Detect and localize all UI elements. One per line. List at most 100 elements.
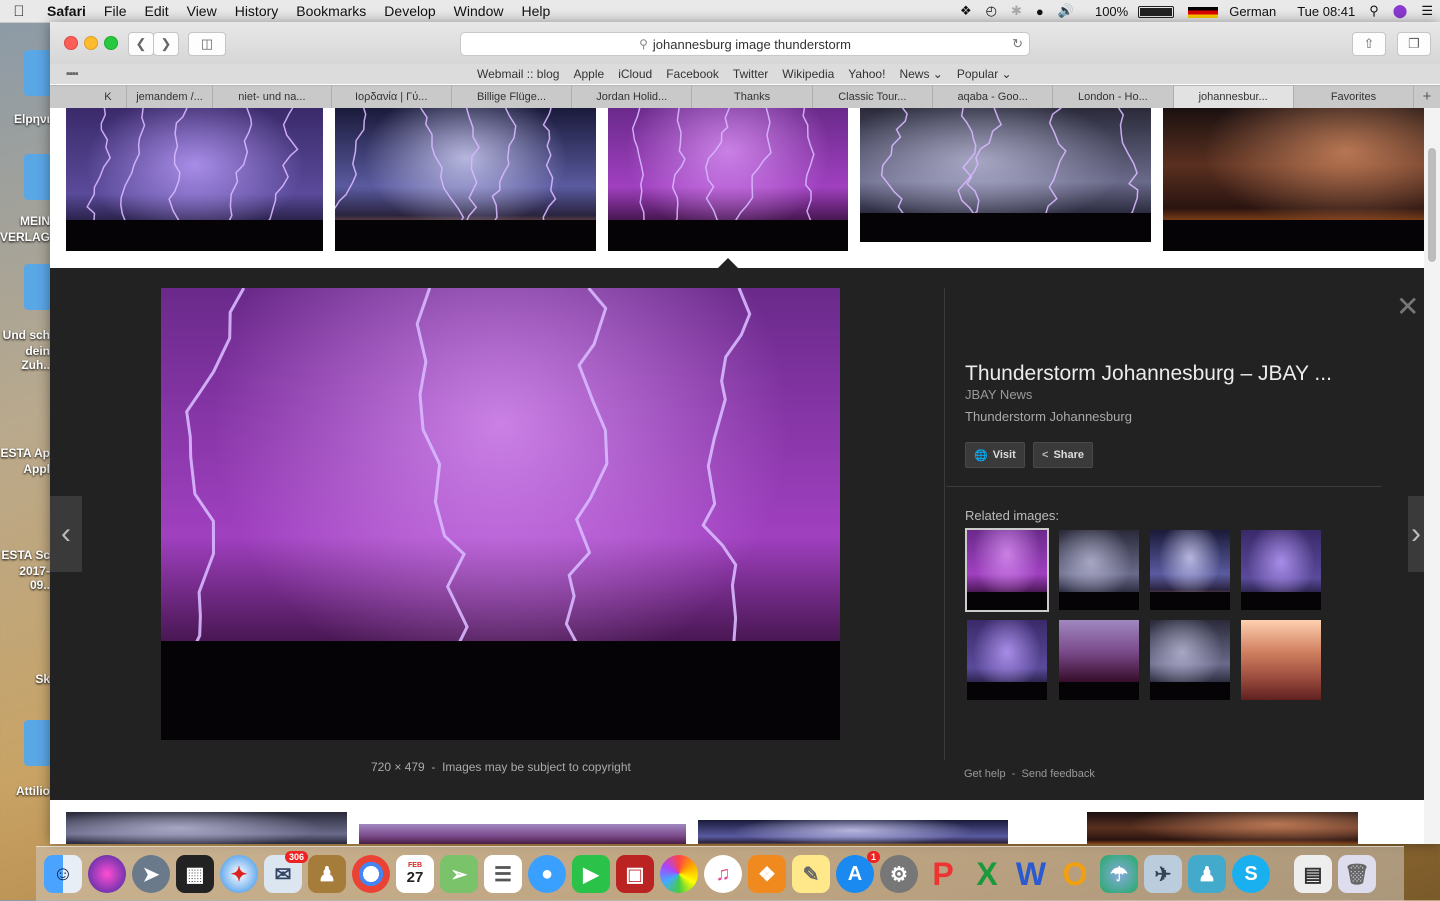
result-image[interactable] bbox=[698, 820, 1008, 844]
related-image[interactable] bbox=[1241, 530, 1321, 610]
facetime-icon[interactable]: ▶ bbox=[572, 855, 610, 893]
previous-image-button[interactable]: ‹ bbox=[50, 496, 82, 572]
notes-icon[interactable]: ✎ bbox=[792, 855, 830, 893]
menu-edit[interactable]: Edit bbox=[135, 3, 177, 19]
tab[interactable]: Classic Tour... bbox=[811, 86, 932, 108]
skype-icon[interactable]: S bbox=[1232, 855, 1270, 893]
siri-icon[interactable] bbox=[88, 855, 126, 893]
maps-icon[interactable]: ➢ bbox=[440, 855, 478, 893]
menu-help[interactable]: Help bbox=[512, 3, 559, 19]
bluetooth-icon[interactable]: ✱ bbox=[1004, 3, 1029, 19]
forward-button[interactable]: ❯ bbox=[153, 32, 179, 56]
share-button[interactable]: ⇧ bbox=[1352, 32, 1386, 56]
siri-icon[interactable]: ⬤ bbox=[1386, 3, 1415, 19]
folder-icon[interactable] bbox=[24, 154, 50, 200]
spotlight-icon[interactable]: ⚲ bbox=[1362, 3, 1386, 19]
input-source[interactable]: German bbox=[1181, 4, 1290, 19]
result-image[interactable] bbox=[1163, 108, 1424, 251]
reminders-icon[interactable]: ☰ bbox=[484, 855, 522, 893]
folder-icon[interactable] bbox=[24, 50, 50, 96]
menu-history[interactable]: History bbox=[226, 3, 288, 19]
desktop-label[interactable]: MEIN bbox=[0, 214, 50, 228]
excel-icon[interactable]: X bbox=[968, 855, 1006, 893]
network-icon[interactable]: ☂ bbox=[1100, 855, 1138, 893]
desktop-label[interactable]: Attilio bbox=[0, 784, 50, 798]
menu-file[interactable]: File bbox=[95, 3, 136, 19]
tab[interactable]: Ιορδανία | Γύ... bbox=[330, 86, 451, 108]
menu-app-name[interactable]: Safari bbox=[38, 3, 95, 19]
share-result-button[interactable]: < Share bbox=[1033, 442, 1094, 468]
folder-icon[interactable] bbox=[24, 264, 50, 310]
new-tab-button[interactable]: + bbox=[1413, 86, 1440, 108]
fav-wikipedia[interactable]: Wikipedia bbox=[775, 67, 841, 81]
fav-webmail[interactable]: Webmail :: blog bbox=[470, 67, 566, 81]
tab-active[interactable]: johannesbur... bbox=[1172, 86, 1293, 108]
launchpad-icon[interactable]: ➤ bbox=[132, 855, 170, 893]
fav-facebook[interactable]: Facebook bbox=[659, 67, 726, 81]
result-image[interactable] bbox=[66, 108, 323, 251]
top-sites-grid-icon[interactable]: ▪▪▪▪ bbox=[66, 68, 79, 80]
itunes-icon[interactable]: ♫ bbox=[704, 855, 742, 893]
address-bar[interactable]: ⚲ johannesburg image thunderstorm ↻ bbox=[460, 32, 1030, 56]
photo-booth-icon[interactable]: ▣ bbox=[616, 855, 654, 893]
tab[interactable]: Jordan Holid... bbox=[571, 86, 691, 108]
related-image[interactable] bbox=[1059, 620, 1139, 700]
outlook-icon[interactable]: O bbox=[1056, 855, 1094, 893]
result-image[interactable] bbox=[335, 108, 596, 251]
back-button[interactable]: ❮ bbox=[128, 32, 154, 56]
desktop-label[interactable]: dein Zuh.. bbox=[0, 344, 50, 372]
messages-icon[interactable]: ● bbox=[528, 855, 566, 893]
preview-title[interactable]: Thunderstorm Johannesburg – JBAY ... bbox=[965, 362, 1332, 386]
photos-icon[interactable] bbox=[660, 855, 698, 893]
desktop-label[interactable]: Sk bbox=[0, 672, 50, 686]
send-feedback-link[interactable]: Send feedback bbox=[1021, 768, 1094, 780]
related-image[interactable] bbox=[1059, 530, 1139, 610]
zoom-window-button[interactable] bbox=[104, 36, 118, 50]
related-image[interactable] bbox=[965, 528, 1049, 612]
apple-icon[interactable]:  bbox=[0, 3, 38, 20]
downloads-icon[interactable]: ▤ bbox=[1294, 855, 1332, 893]
menu-develop[interactable]: Develop bbox=[375, 3, 444, 19]
system-preferences-icon[interactable]: ⚙ bbox=[880, 855, 918, 893]
notification-center-icon[interactable]: ☰ bbox=[1414, 3, 1440, 19]
people-icon[interactable]: ♟ bbox=[1188, 855, 1226, 893]
volume-icon[interactable]: 🔊 bbox=[1051, 3, 1081, 19]
related-image[interactable] bbox=[1241, 620, 1321, 700]
app-store-icon[interactable]: A1 bbox=[836, 851, 880, 893]
tab[interactable]: Thanks bbox=[691, 86, 811, 108]
next-image-button[interactable]: › bbox=[1408, 496, 1424, 572]
close-preview-button[interactable]: ✕ bbox=[1396, 290, 1419, 323]
sidebar-button[interactable]: ◫ bbox=[188, 32, 226, 56]
contacts-icon[interactable]: ♟ bbox=[308, 855, 346, 893]
tab[interactable]: niet- und na... bbox=[212, 86, 330, 108]
scrollbar-thumb[interactable] bbox=[1428, 148, 1436, 262]
chrome-icon[interactable] bbox=[352, 855, 390, 893]
tab[interactable]: K bbox=[90, 86, 126, 108]
result-image[interactable] bbox=[66, 812, 347, 844]
result-image[interactable] bbox=[359, 824, 686, 844]
desktop-label[interactable]: VERLAG.. bbox=[0, 230, 57, 244]
related-image[interactable] bbox=[1150, 620, 1230, 700]
migration-icon[interactable]: ✈ bbox=[1144, 855, 1182, 893]
close-window-button[interactable] bbox=[64, 36, 78, 50]
clock[interactable]: Tue 08:41 bbox=[1290, 4, 1362, 19]
mission-control-icon[interactable]: ▦ bbox=[176, 855, 214, 893]
tab[interactable]: Favorites bbox=[1292, 86, 1413, 108]
menu-window[interactable]: Window bbox=[445, 3, 513, 19]
related-image[interactable] bbox=[967, 620, 1047, 700]
time-machine-icon[interactable]: ◴ bbox=[979, 3, 1004, 19]
tab[interactable]: jemandem /... bbox=[125, 86, 212, 108]
fav-apple[interactable]: Apple bbox=[566, 67, 611, 81]
menu-bookmarks[interactable]: Bookmarks bbox=[287, 3, 375, 19]
related-image[interactable] bbox=[1150, 530, 1230, 610]
tab[interactable]: aqaba - Goo... bbox=[931, 86, 1052, 108]
tabs-overview-button[interactable]: ❐ bbox=[1397, 32, 1431, 56]
tab[interactable]: London - Ho... bbox=[1052, 86, 1172, 108]
word-icon[interactable]: W bbox=[1012, 855, 1050, 893]
powerpoint-icon[interactable]: P bbox=[924, 855, 962, 893]
preview-image[interactable] bbox=[161, 288, 840, 740]
fav-news[interactable]: News ⌄ bbox=[892, 67, 949, 81]
battery-status[interactable]: 100% bbox=[1081, 4, 1181, 19]
desktop-label[interactable]: Appl bbox=[0, 462, 50, 476]
fav-icloud[interactable]: iCloud bbox=[611, 67, 659, 81]
